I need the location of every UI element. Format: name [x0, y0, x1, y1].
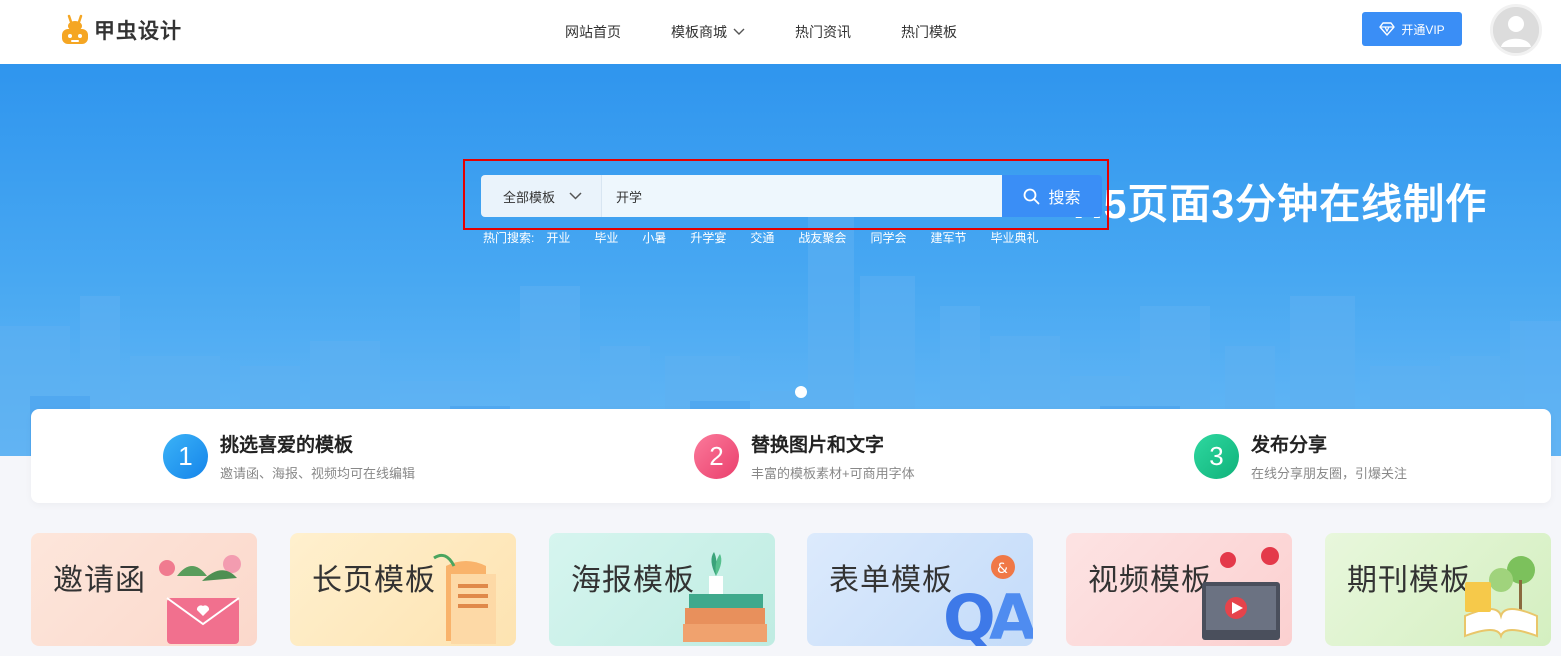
search-icon	[1024, 188, 1040, 204]
hero-banner: H5页面3分钟在线制作	[0, 64, 1561, 456]
category-poster[interactable]: 海报模板	[549, 533, 775, 646]
nav-home-label: 网站首页	[565, 24, 621, 40]
steps-panel: 1 挑选喜爱的模板 邀请函、海报、视频均可在线编辑 2 替换图片和文字 丰富的模…	[31, 409, 1551, 503]
step-3: 3 发布分享 在线分享朋友圈，引爆关注	[1194, 409, 1407, 503]
hot-search-item[interactable]: 开业	[546, 229, 570, 246]
nav-template-store[interactable]: 模板商城	[671, 22, 745, 42]
svg-text:Q: Q	[943, 581, 996, 646]
qa-letters-icon: & Q A	[943, 555, 1033, 646]
category-long-page[interactable]: 长页模板	[290, 533, 516, 646]
site-logo[interactable]: 甲虫设计	[60, 12, 182, 48]
open-vip-label: 开通VIP	[1401, 22, 1445, 37]
category-cards: 邀请函 长页模板 海报模板 表单模板 & Q A 视频模板 期刊模板	[31, 533, 1561, 656]
search-bar: 全部模板 搜索	[481, 175, 1102, 217]
video-player-icon	[1202, 547, 1280, 640]
step-3-title: 发布分享	[1251, 435, 1328, 456]
svg-text:&: &	[997, 561, 1008, 577]
logo-text: 甲虫设计	[94, 20, 182, 43]
category-magazine[interactable]: 期刊模板	[1325, 533, 1551, 646]
hot-search-item[interactable]: 建军节	[930, 229, 966, 246]
step-1-desc: 邀请函、海报、视频均可在线编辑	[220, 466, 416, 481]
hot-search-item[interactable]: 毕业典礼	[990, 229, 1038, 246]
step-3-desc: 在线分享朋友圈，引爆关注	[1251, 466, 1408, 481]
search-button-label: 搜索	[1048, 190, 1081, 207]
category-invitation[interactable]: 邀请函	[31, 533, 257, 646]
nav-hot-news[interactable]: 热门资讯	[795, 22, 851, 42]
chevron-down-icon	[569, 192, 582, 200]
category-label: 长页模板	[312, 564, 436, 597]
nav-hot-news-label: 热门资讯	[795, 24, 851, 40]
carousel-dot[interactable]	[795, 386, 807, 398]
hot-search-item[interactable]: 同学会	[870, 229, 906, 246]
beetle-logo-icon	[60, 14, 90, 46]
hot-search-item[interactable]: 升学宴	[690, 229, 726, 246]
invitation-envelope-icon	[159, 555, 241, 644]
books-plant-icon	[683, 552, 767, 642]
open-book-trees-icon	[1464, 556, 1538, 640]
step-1: 1 挑选喜爱的模板 邀请函、海报、视频均可在线编辑	[163, 409, 415, 503]
step-2-number-badge: 2	[694, 433, 739, 479]
step-1-title: 挑选喜爱的模板	[220, 435, 354, 456]
search-button[interactable]: 搜索	[1002, 175, 1102, 217]
svg-text:A: A	[989, 581, 1033, 646]
hot-search-item[interactable]: 战友聚会	[798, 229, 846, 246]
main-nav: 网站首页 模板商城 热门资讯 热门模板	[565, 0, 1007, 64]
user-icon	[1493, 7, 1539, 53]
category-label: 邀请函	[53, 564, 146, 597]
search-input[interactable]	[601, 175, 1002, 217]
template-category-select[interactable]: 全部模板	[481, 175, 601, 217]
hot-search-item[interactable]: 毕业	[594, 229, 618, 246]
category-form[interactable]: 表单模板 & Q A	[807, 533, 1033, 646]
category-video[interactable]: 视频模板	[1066, 533, 1292, 646]
step-1-number-badge: 1	[163, 433, 208, 479]
nav-hot-templates[interactable]: 热门模板	[901, 22, 957, 42]
hero-title: H5页面3分钟在线制作	[1073, 181, 1488, 227]
template-category-label: 全部模板	[503, 189, 556, 205]
hot-search-item[interactable]: 交通	[750, 229, 774, 246]
document-scroll-icon	[433, 553, 496, 644]
nav-template-store-label: 模板商城	[671, 24, 727, 40]
nav-hot-templates-label: 热门模板	[901, 24, 957, 40]
diamond-icon	[1379, 22, 1396, 36]
open-vip-button[interactable]: 开通VIP	[1362, 12, 1462, 46]
chevron-down-icon	[733, 28, 745, 35]
step-2: 2 替换图片和文字 丰富的模板素材+可商用字体	[694, 409, 915, 503]
step-3-number-badge: 3	[1194, 433, 1239, 479]
top-header: 甲虫设计 网站首页 模板商城 热门资讯 热门模板 开通VIP	[0, 0, 1561, 64]
hot-search-list: 热门搜索: 开业 毕业 小暑 升学宴 交通 战友聚会 同学会 建军节 毕业典礼	[483, 229, 1062, 246]
step-2-desc: 丰富的模板素材+可商用字体	[751, 466, 915, 481]
step-2-title: 替换图片和文字	[751, 435, 885, 456]
hot-search-item[interactable]: 小暑	[642, 229, 666, 246]
nav-home[interactable]: 网站首页	[565, 22, 621, 42]
user-avatar[interactable]	[1490, 4, 1542, 56]
hot-search-label: 热门搜索:	[483, 231, 535, 245]
